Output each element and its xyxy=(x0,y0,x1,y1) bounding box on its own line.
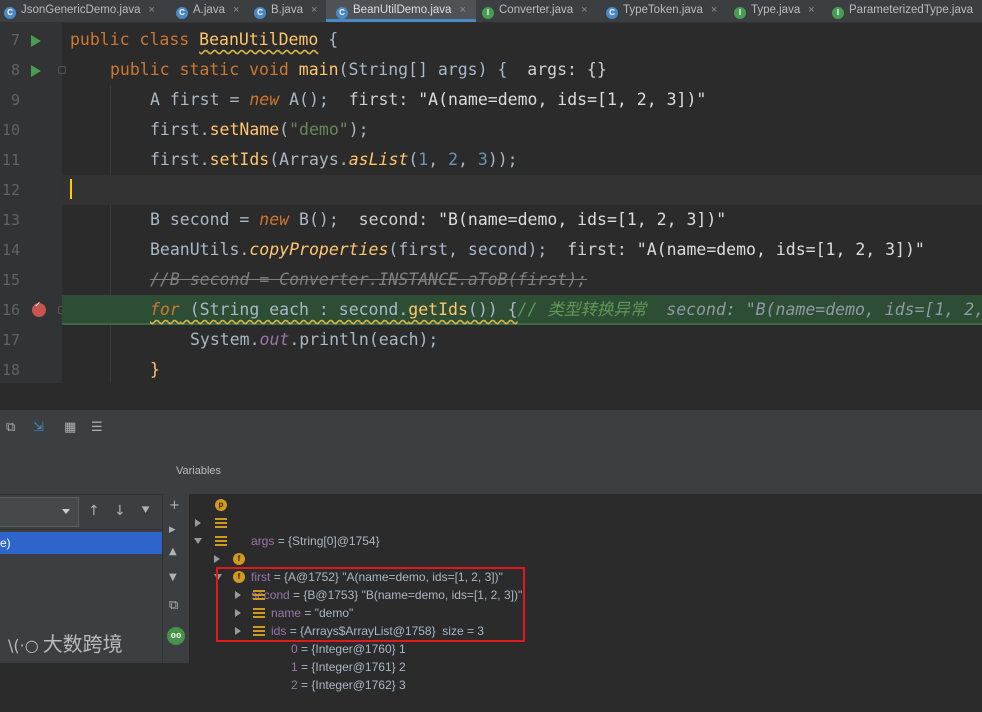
tab-a-java[interactable]: C A.java × xyxy=(176,0,239,22)
code-line-13[interactable]: B second = new B(); second: "B(name=demo… xyxy=(62,205,982,235)
down-arrow-icon[interactable]: ↓ xyxy=(114,503,126,519)
filter-icon[interactable]: ⯆ xyxy=(140,503,151,519)
expand-arrow-icon[interactable] xyxy=(214,555,220,563)
chevron-down-icon xyxy=(62,509,70,514)
close-icon[interactable]: × xyxy=(149,4,155,16)
editor-gutter[interactable]: 7 8 9 10 11 12 13 14 15 16 17 18 xyxy=(0,23,66,383)
code-line-17[interactable]: System.out.println(each); xyxy=(62,325,982,355)
watermark: \(·○ 大数跨境 xyxy=(8,632,123,656)
gutter-line: 13 xyxy=(1,211,20,229)
tab-type[interactable]: I Type.java × xyxy=(734,0,815,22)
close-icon[interactable]: × xyxy=(808,4,814,16)
expand-arrow-icon[interactable] xyxy=(195,519,201,527)
gutter-line: 9 xyxy=(10,91,20,109)
run-to-cursor-icon[interactable]: ⇲ xyxy=(33,420,44,435)
variable-row-args[interactable]: p args = {String[0]@1754} xyxy=(199,496,380,548)
interface-icon: I xyxy=(482,7,494,19)
settings-icon[interactable]: ☰ xyxy=(91,420,103,435)
close-icon[interactable]: × xyxy=(711,4,717,16)
tab-converter[interactable]: I Converter.java × xyxy=(482,0,588,22)
code-line-7[interactable]: public class BeanUtilDemo { xyxy=(62,25,982,55)
restore-layout-icon[interactable]: ⧉ xyxy=(6,420,15,435)
run-icon[interactable] xyxy=(31,65,41,77)
gutter-line: 18 xyxy=(1,361,20,379)
code-line-16[interactable]: for (String each : second.getIds()) {// … xyxy=(62,295,982,325)
variables-title: Variables xyxy=(176,465,222,477)
gutter-line: 7 xyxy=(0,25,62,55)
class-icon: C xyxy=(4,7,16,19)
class-icon: C xyxy=(254,7,266,19)
gutter-line: 11 xyxy=(1,151,20,169)
variable-row-name[interactable]: f name = "demo" xyxy=(214,550,353,620)
code-line-14[interactable]: BeanUtils.copyProperties(first, second);… xyxy=(62,235,982,265)
up-arrow-icon[interactable]: ↑ xyxy=(88,503,100,519)
tab-b-java[interactable]: C B.java × xyxy=(254,0,317,22)
close-icon[interactable]: × xyxy=(233,4,239,16)
expand-icon[interactable]: ▸ xyxy=(169,522,176,537)
tab-typetoken[interactable]: C TypeToken.java × xyxy=(606,0,717,22)
field-icon: f xyxy=(233,553,245,565)
code-line-15[interactable]: //B second = Converter.INSTANCE.aToB(fir… xyxy=(62,265,982,295)
code-line-10[interactable]: first.setName("demo"); xyxy=(62,115,982,145)
move-up-icon[interactable]: ▲ xyxy=(169,546,177,557)
add-watch-icon[interactable]: + xyxy=(169,498,180,513)
variables-side-toolbar: + ▸ ▲ ▼ ⧉ oo xyxy=(162,494,189,663)
copy-icon[interactable]: ⧉ xyxy=(169,598,178,613)
code-line-11[interactable]: first.setIds(Arrays.asList(1, 2, 3)); xyxy=(62,145,982,175)
gutter-line: 17 xyxy=(1,331,20,349)
object-icon xyxy=(215,536,227,546)
tab-beanutildemo[interactable]: C BeanUtilDemo.java × xyxy=(326,0,476,22)
editor-tab-bar: C JsonGenericDemo.java × C A.java × C B.java ×… xyxy=(0,0,982,23)
gutter-line: 16 xyxy=(0,295,66,325)
gutter-line: 14 xyxy=(1,241,20,259)
close-icon[interactable]: × xyxy=(459,4,465,16)
close-icon[interactable]: × xyxy=(311,4,317,16)
close-icon[interactable]: × xyxy=(581,4,587,16)
move-down-icon[interactable]: ▼ xyxy=(169,572,177,583)
watch-glasses-icon[interactable]: oo xyxy=(167,627,185,645)
tab-jsongenericdemo[interactable]: C JsonGenericDemo.java × xyxy=(4,0,155,22)
class-icon: C xyxy=(336,7,348,19)
code-editor[interactable]: 7 8 9 10 11 12 13 14 15 16 17 18 public … xyxy=(0,23,982,383)
editor-bottom-space xyxy=(0,383,982,410)
gutter-line: 12 xyxy=(1,181,20,199)
breakpoint-icon[interactable] xyxy=(32,300,46,317)
tab-parameterizedtype[interactable]: I ParameterizedType.java xyxy=(832,0,973,22)
highlight-box xyxy=(216,567,525,642)
class-icon: C xyxy=(606,7,618,19)
run-icon[interactable] xyxy=(31,35,41,47)
collapse-arrow-icon[interactable] xyxy=(194,538,202,544)
interface-icon: I xyxy=(734,7,746,19)
code-line-9[interactable]: A first = new A(); first: "A(name=demo, … xyxy=(62,85,982,115)
code-line-18[interactable]: } xyxy=(62,355,982,383)
thread-select[interactable] xyxy=(0,497,79,527)
gutter-line: 10 xyxy=(1,121,20,139)
gutter-line: 8 xyxy=(0,55,66,85)
frame-item-selected[interactable]: e) xyxy=(0,532,162,554)
watermark-logo-icon: \(·○ xyxy=(8,636,39,655)
frames-toolbar: ↑ ↓ ⯆ xyxy=(0,494,162,530)
interface-icon: I xyxy=(832,7,844,19)
text-caret xyxy=(70,179,72,199)
table-view-icon[interactable]: ▦ xyxy=(64,420,76,435)
variable-row-first[interactable]: first = {A@1752} "A(name=demo, ids=[1, 2… xyxy=(195,514,503,584)
class-icon: C xyxy=(176,7,188,19)
variable-row-second[interactable]: second = {B@1753} "B(name=demo, ids=[1, … xyxy=(194,532,522,602)
code-line-12[interactable] xyxy=(62,175,982,205)
object-icon xyxy=(215,518,227,528)
code-line-8[interactable]: public static void main(String[] args) {… xyxy=(62,55,982,85)
gutter-line: 15 xyxy=(1,271,20,289)
parameter-icon: p xyxy=(215,499,227,511)
